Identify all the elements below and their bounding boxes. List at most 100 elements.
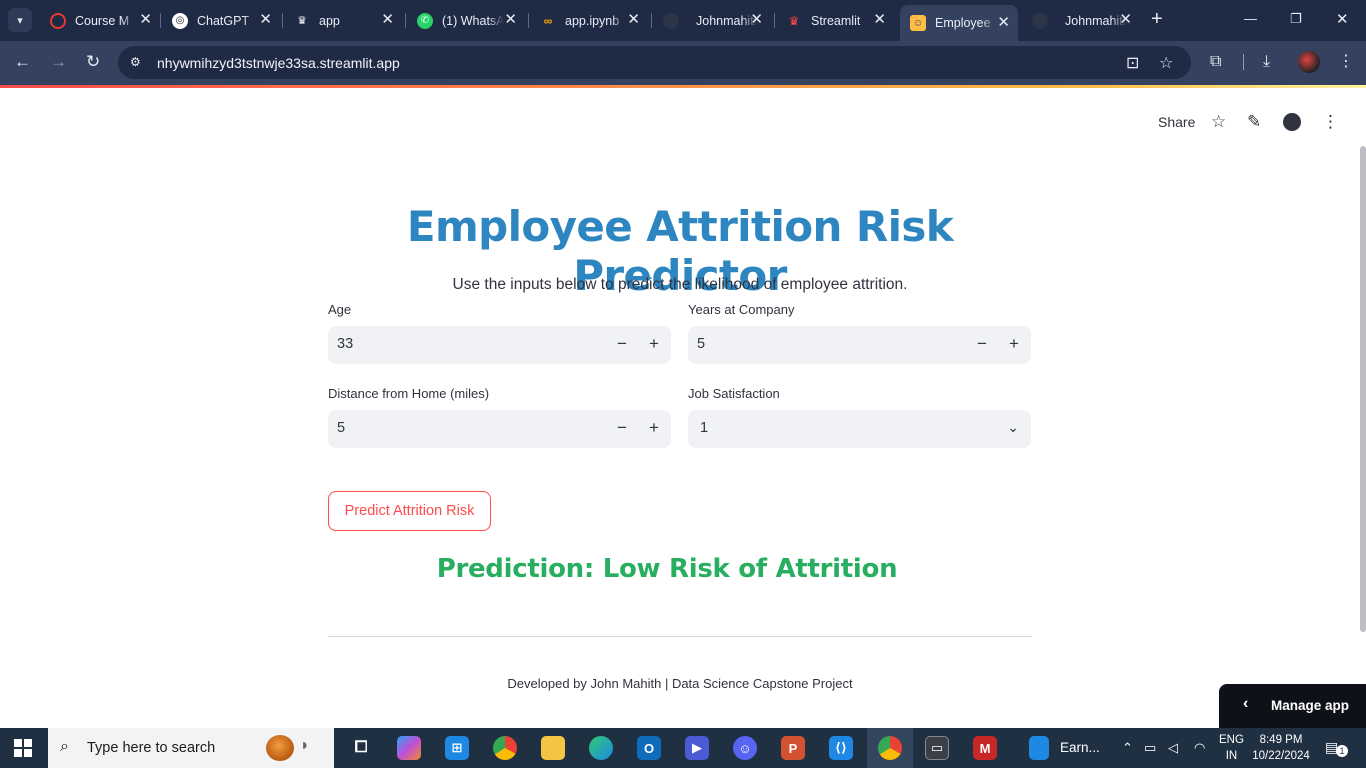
job-satisfaction-value[interactable]: 1 [700, 420, 708, 436]
age-label: Age [328, 302, 352, 317]
outlook-icon[interactable]: O [637, 736, 661, 760]
minimize-icon[interactable]: — [1244, 11, 1257, 26]
document-icon[interactable] [1029, 736, 1049, 760]
extensions-puzzle-icon[interactable]: ⧉ [1210, 53, 1221, 71]
powerpoint-icon[interactable]: P [781, 736, 805, 760]
search-icon: ⌕ [60, 738, 69, 755]
battery-icon[interactable]: ▭ [1144, 740, 1156, 756]
browser-toolbar: ← → ↻ ⚙ nhywmihzyd3tstnwje33sa.streamlit… [0, 41, 1366, 85]
close-icon[interactable]: ✕ [750, 12, 763, 28]
microsoft-store-icon[interactable]: ⊞ [445, 736, 469, 760]
chrome-icon-active[interactable] [878, 736, 902, 760]
search-placeholder[interactable]: Type here to search [87, 740, 215, 756]
colab-icon: ∞ [543, 13, 553, 28]
download-icon[interactable]: ⤓ [1263, 53, 1270, 71]
reload-icon[interactable]: ↻ [86, 53, 100, 71]
profile-avatar[interactable] [1298, 51, 1320, 73]
age-number-input[interactable]: 33 − + [328, 326, 671, 364]
language-code: ENG [1219, 734, 1244, 746]
edit-pencil-icon[interactable]: ✎ [1247, 112, 1261, 132]
distance-label: Distance from Home (miles) [328, 386, 490, 401]
scrollbar[interactable] [1360, 146, 1366, 632]
browser-tab[interactable]: ♛ app ✕ [284, 6, 402, 35]
browser-tab[interactable]: ∞ app.ipynb ✕ [530, 6, 648, 35]
restore-icon[interactable]: ❐ [1290, 11, 1302, 27]
whistle-icon: ◗ [300, 737, 310, 754]
divider [328, 636, 1032, 637]
discord-icon[interactable]: ☺ [733, 736, 757, 760]
plus-icon[interactable]: + [643, 333, 665, 355]
clock-date: 10/22/2024 [1252, 750, 1310, 762]
mcafee-icon[interactable]: M [973, 736, 997, 760]
earn-widget-label[interactable]: Earn... [1060, 740, 1100, 755]
tab-separator [282, 13, 283, 28]
browser-tab[interactable]: Johnmahith ✕ [653, 6, 771, 35]
browser-tab[interactable]: ♛ Streamlit ✕ [776, 6, 894, 35]
manage-app-button[interactable]: ‹ Manage app [1219, 684, 1366, 728]
minus-icon[interactable]: − [611, 417, 633, 439]
plus-icon[interactable]: + [1003, 333, 1025, 355]
browser-tab[interactable]: ✆ (1) WhatsApp ✕ [407, 6, 525, 35]
tab-search-chevron-icon[interactable]: ▾ [8, 8, 32, 32]
predict-attrition-button[interactable]: Predict Attrition Risk [328, 491, 491, 531]
star-icon[interactable]: ☆ [1211, 112, 1226, 132]
forward-arrow-icon[interactable]: → [50, 53, 67, 71]
close-icon[interactable]: ✕ [873, 12, 886, 28]
chevron-down-icon[interactable]: ⌄ [1007, 419, 1019, 436]
close-icon[interactable]: ✕ [504, 12, 517, 28]
file-explorer-icon[interactable] [541, 736, 565, 760]
close-icon[interactable]: ✕ [627, 12, 640, 28]
site-info-icon[interactable]: ⚙ [130, 55, 141, 69]
more-menu-icon[interactable]: ⋮ [1338, 53, 1354, 71]
browser-tab-strip: ▾ Course M ✕ ◎ ChatGPT ✕ ♛ app ✕ ✆ (1) W… [0, 0, 1366, 41]
plus-icon[interactable]: + [643, 417, 665, 439]
close-icon[interactable]: ✕ [381, 12, 394, 28]
close-window-icon[interactable]: ✕ [1336, 10, 1349, 28]
address-bar[interactable]: ⚙ nhywmihzyd3tstnwje33sa.streamlit.app ⊡… [118, 46, 1191, 79]
years-at-company-number-input[interactable]: 5 − + [688, 326, 1031, 364]
close-icon[interactable]: ✕ [139, 12, 152, 28]
browser-tab[interactable]: Course M ✕ [40, 6, 160, 35]
kebab-menu-icon[interactable]: ⋮ [1322, 112, 1339, 132]
distance-value[interactable]: 5 [337, 420, 345, 436]
github-icon [1032, 12, 1048, 29]
github-icon [663, 12, 679, 29]
task-view-icon[interactable]: ⧠ [349, 736, 373, 760]
install-app-icon[interactable]: ⊡ [1126, 53, 1139, 73]
close-icon[interactable]: ✕ [259, 12, 272, 28]
wifi-icon[interactable]: ◠ [1194, 740, 1205, 756]
chrome-icon[interactable] [493, 736, 517, 760]
vscode-icon[interactable]: ⟨⟩ [829, 736, 853, 760]
video-editor-icon[interactable]: ▶ [685, 736, 709, 760]
edge-icon[interactable] [589, 736, 613, 760]
minus-icon[interactable]: − [971, 333, 993, 355]
browser-tab[interactable]: ◎ ChatGPT ✕ [162, 6, 280, 35]
age-value[interactable]: 33 [337, 336, 353, 352]
speaker-icon[interactable]: ◁ [1168, 740, 1178, 756]
url-text[interactable]: nhywmihzyd3tstnwje33sa.streamlit.app [157, 55, 400, 71]
clock[interactable]: 8:49 PM 10/22/2024 [1250, 732, 1312, 764]
streamlit-app: Share ☆ ✎ ⋮ Employee Attrition Risk Pred… [0, 88, 1366, 728]
language-indicator[interactable]: ENG IN [1219, 732, 1244, 764]
browser-tab-active[interactable]: ☺ Employee ✕ [900, 5, 1018, 41]
tab-separator [405, 13, 406, 28]
github-icon[interactable] [1283, 113, 1301, 131]
clock-time: 8:49 PM [1259, 734, 1303, 746]
close-icon[interactable]: ✕ [1119, 12, 1132, 28]
windows-start-icon[interactable] [14, 739, 32, 757]
job-satisfaction-select[interactable]: 1 ⌄ [688, 410, 1031, 448]
basketball-icon [266, 735, 294, 761]
show-hidden-icons-chevron-icon[interactable]: ⌃ [1122, 740, 1133, 756]
years-at-company-value[interactable]: 5 [697, 336, 705, 352]
terminal-icon[interactable]: ▭ [925, 736, 949, 760]
distance-number-input[interactable]: 5 − + [328, 410, 671, 448]
close-icon[interactable]: ✕ [997, 15, 1010, 31]
back-arrow-icon[interactable]: ← [14, 53, 31, 71]
bookmark-star-icon[interactable]: ☆ [1159, 53, 1173, 73]
job-satisfaction-label: Job Satisfaction [688, 386, 780, 401]
browser-tab[interactable]: Johnmahith ✕ [1022, 6, 1140, 35]
minus-icon[interactable]: − [611, 333, 633, 355]
copilot-icon[interactable] [397, 736, 421, 760]
share-button[interactable]: Share [1158, 114, 1195, 130]
new-tab-icon[interactable]: + [1151, 9, 1163, 29]
